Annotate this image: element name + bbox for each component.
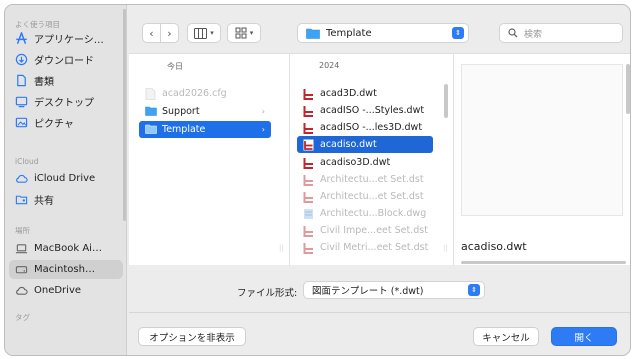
hide-options-button[interactable]: オプションを非表示 — [138, 327, 246, 346]
chevron-right-icon: › — [261, 107, 265, 116]
column-browser: 今日 2024 acad2026.cfg Support › Template … — [129, 53, 630, 266]
list-item[interactable]: acadISO -...les3D.dwt — [297, 119, 429, 136]
list-item[interactable]: Support › — [139, 103, 271, 120]
dst-file-icon — [303, 174, 314, 186]
chevron-down-icon: ▾ — [210, 29, 214, 37]
list-item[interactable]: acad2026.cfg — [139, 85, 271, 102]
folder-icon — [145, 106, 157, 118]
sidebar-item-label: デスクトップ — [34, 98, 94, 109]
updown-chevron-icon: ⇕ — [468, 284, 480, 296]
list-item[interactable]: Civil Metri...eet Set.dst — [297, 239, 429, 256]
sidebar-item-label: OneDrive — [34, 285, 82, 296]
forward-button[interactable]: › — [160, 23, 179, 43]
bottom-divider — [129, 312, 630, 313]
list-item[interactable]: acad3D.dwt — [297, 85, 429, 102]
sidebar-item-macbook[interactable]: MacBook Ai… — [9, 239, 123, 258]
open-button[interactable]: 開く — [551, 327, 617, 346]
open-file-dialog: よく使う項目 アプリケーシ… ダウンロード 書類 デスクトップ ピクチャ iCl… — [4, 4, 631, 356]
list-item[interactable]: Civil Impe...eet Set.dst — [297, 222, 429, 239]
desktop-icon — [15, 95, 28, 108]
sidebar-item-downloads[interactable]: ダウンロード — [9, 50, 123, 69]
column-header: 今日 — [167, 62, 183, 71]
list-item[interactable]: acadiso.dwt — [297, 136, 433, 153]
updown-chevron-icon: ⇕ — [452, 27, 464, 39]
preview-scrollbar[interactable] — [626, 64, 630, 114]
sidebar-item-documents[interactable]: 書類 — [9, 71, 123, 90]
sidebar-item-macintosh-hd[interactable]: Macintosh… — [9, 260, 123, 279]
sidebar-item-label: アプリケーシ… — [34, 35, 104, 46]
sidebar-section-icloud: iCloud — [15, 157, 39, 166]
pictures-icon — [15, 116, 28, 129]
list-item[interactable]: acadiso3D.dwt — [297, 154, 429, 171]
column-header: 2024 — [319, 61, 340, 70]
file-icon — [145, 87, 156, 100]
dwg-file-icon — [303, 208, 314, 220]
folder-icon — [306, 28, 320, 39]
search-placeholder: 検索 — [524, 29, 543, 40]
dst-file-icon — [303, 225, 314, 237]
applications-icon — [15, 32, 28, 45]
document-icon — [15, 74, 28, 87]
sidebar-item-label: 共有 — [34, 196, 54, 207]
column-resize-grip[interactable]: || — [443, 244, 448, 252]
sidebar-item-onedrive[interactable]: OneDrive — [9, 281, 123, 300]
sidebar-item-label: Macintosh… — [34, 264, 95, 275]
dwt-file-icon — [303, 157, 314, 169]
group-mode-button[interactable]: ▾ — [227, 23, 261, 43]
location-label: Template — [326, 27, 372, 39]
sidebar-item-label: MacBook Ai… — [34, 243, 102, 254]
file-format-select[interactable]: 図面テンプレート (*.dwt) ⇕ — [303, 281, 485, 299]
dwt-file-icon — [303, 139, 314, 151]
cloud-icon — [15, 284, 28, 297]
list-item[interactable]: Architectu...et Set.dst — [297, 188, 429, 205]
cancel-button[interactable]: キャンセル — [473, 327, 539, 346]
folder-icon — [145, 124, 157, 136]
dst-file-icon — [303, 191, 314, 203]
column-resize-grip[interactable]: || — [279, 244, 284, 252]
column-scrollbar[interactable] — [444, 84, 448, 118]
back-button[interactable]: ‹ — [142, 23, 161, 43]
file-format-value: 図面テンプレート (*.dwt) — [312, 286, 424, 297]
dwt-file-icon — [303, 122, 314, 134]
sidebar-item-label: iCloud Drive — [34, 173, 96, 184]
horizontal-scrollbar[interactable] — [461, 261, 626, 264]
sidebar-section-tags: タグ — [15, 313, 30, 322]
disk-icon — [15, 263, 28, 276]
sidebar-item-label: ダウンロード — [34, 56, 94, 67]
dwt-file-icon — [303, 105, 314, 117]
sidebar-item-label: ピクチャ — [34, 119, 74, 130]
search-icon — [508, 28, 518, 38]
preview-filename: acadiso.dwt — [461, 240, 527, 253]
sidebar-item-shared[interactable]: 共有 — [9, 190, 123, 209]
sidebar-section-locations: 場所 — [15, 226, 30, 235]
column-divider[interactable] — [453, 54, 454, 266]
sidebar-item-desktop[interactable]: デスクトップ — [9, 92, 123, 111]
sidebar-item-label: 書類 — [34, 77, 54, 88]
search-field[interactable]: 検索 — [499, 23, 623, 43]
dst-file-icon — [303, 242, 314, 254]
grid-view-icon — [235, 27, 247, 39]
sidebar-scrollbar[interactable] — [123, 9, 126, 221]
columns-view-icon — [194, 27, 208, 39]
sidebar-item-icloud-drive[interactable]: iCloud Drive — [9, 169, 123, 188]
view-mode-button[interactable]: ▾ — [187, 23, 221, 43]
cloud-icon — [15, 172, 28, 185]
laptop-icon — [15, 242, 28, 255]
list-item[interactable]: acadISO -...Styles.dwt — [297, 102, 429, 119]
list-item[interactable]: Architectu...et Set.dst — [297, 171, 429, 188]
download-icon — [15, 53, 28, 66]
list-item[interactable]: Architectu...Block.dwg — [297, 205, 429, 222]
chevron-right-icon: › — [261, 125, 265, 134]
dwt-file-icon — [303, 88, 314, 100]
list-item[interactable]: Template › — [139, 121, 271, 138]
location-popup[interactable]: Template ⇕ — [297, 23, 469, 43]
sidebar-item-applications[interactable]: アプリケーシ… — [9, 29, 123, 48]
file-format-label: ファイル形式: — [237, 288, 298, 299]
column-divider[interactable] — [289, 54, 290, 266]
shared-folder-icon — [15, 193, 28, 206]
sidebar: よく使う項目 アプリケーシ… ダウンロード 書類 デスクトップ ピクチャ iCl… — [5, 5, 127, 355]
file-preview-thumbnail — [461, 64, 623, 216]
chevron-down-icon: ▾ — [249, 29, 254, 37]
sidebar-item-pictures[interactable]: ピクチャ — [9, 113, 123, 132]
